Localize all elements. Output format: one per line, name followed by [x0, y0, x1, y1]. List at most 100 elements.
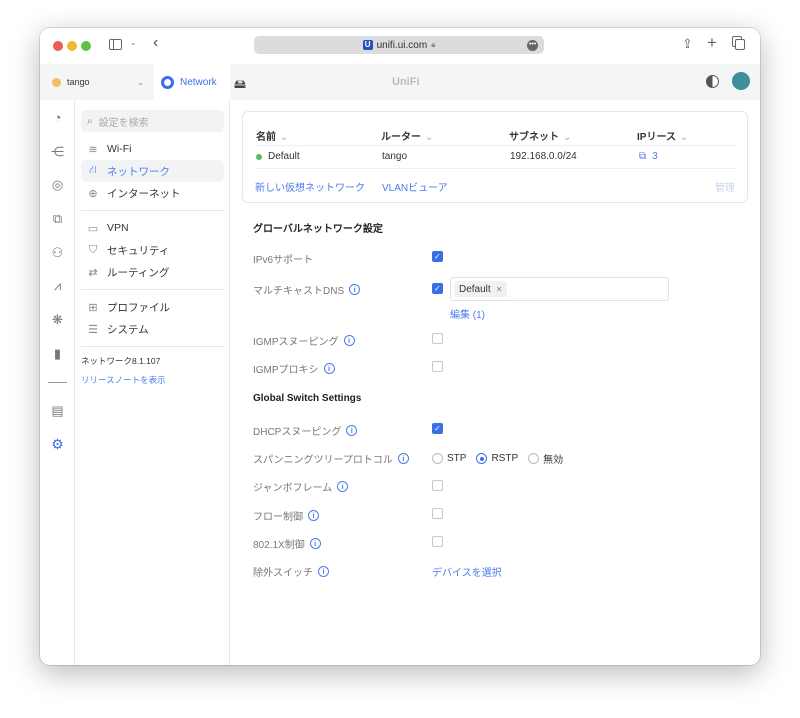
jumbo-frames-label: ジャンボフレーム i — [253, 479, 349, 494]
column-header-router[interactable]: ルーター ⌄ — [381, 128, 433, 143]
address-bar[interactable]: U unifi.ui.com 🔒︎ ••• — [254, 36, 544, 54]
sidebar-item-security[interactable]: ⛉ セキュリティ — [81, 239, 224, 261]
info-icon[interactable]: i — [349, 284, 361, 295]
sidebar-item-label: プロファイル — [107, 301, 170, 314]
sidebar-item-system[interactable]: ☰ システム — [81, 318, 224, 340]
gateway-device-icon[interactable]: 🖴︎ — [234, 75, 246, 96]
jumbo-frames-checkbox[interactable] — [432, 480, 443, 491]
sidebar-item-label: インターネット — [107, 187, 181, 200]
chevron-down-icon: ⌄ — [137, 77, 144, 87]
mdns-checkbox[interactable]: ✓ — [432, 283, 443, 294]
column-header-name[interactable]: 名前 ⌄ — [256, 128, 288, 143]
info-icon[interactable]: i — [323, 363, 335, 374]
vpn-icon: ▭ — [87, 222, 99, 235]
back-icon[interactable]: ‹ — [153, 34, 158, 52]
ipv6-checkbox[interactable]: ✓ — [432, 251, 443, 262]
sidebar-item-routing[interactable]: ⇄ ルーティング — [81, 261, 224, 283]
url-text: unifi.ui.com — [376, 39, 428, 51]
info-icon[interactable]: i — [318, 566, 329, 577]
flow-control-checkbox[interactable] — [432, 508, 443, 519]
info-icon[interactable]: i — [343, 335, 355, 346]
radio-label: 無効 — [543, 455, 564, 466]
info-icon[interactable]: i — [346, 425, 358, 436]
dot1x-checkbox[interactable] — [432, 536, 443, 547]
remove-tag-icon[interactable]: ✕ — [496, 285, 503, 294]
igmp-proxy-checkbox[interactable] — [432, 361, 443, 372]
app-tab-bar: tango ⌄ Network 🖴︎ UniFi — [40, 64, 760, 100]
network-name: Default — [268, 151, 300, 162]
icon-rail: ◔ ⋲ ◎ ⧉ ⚇ ⩘ ❋ ▮ ▤ ⚙ — [40, 100, 75, 665]
mdns-edit-link[interactable]: 編集 (1) — [450, 306, 485, 321]
network-tree-icon: ⛙ — [89, 164, 97, 176]
new-network-link[interactable]: 新しい仮想ネットワーク — [255, 179, 365, 194]
wifi-icon: ≋ — [88, 143, 98, 156]
mdns-label: マルチキャストDNS i — [253, 282, 361, 297]
ipv6-label: IPv6サポート — [253, 255, 314, 266]
divider — [81, 289, 224, 290]
search-icon: ⌕ — [87, 115, 93, 127]
close-button[interactable] — [53, 41, 63, 51]
sidebar-item-wifi[interactable]: ≋ Wi-Fi — [81, 138, 224, 160]
vlan-viewer-link[interactable]: VLANビューア — [382, 179, 448, 194]
clients-icon[interactable]: ⧉ — [40, 211, 75, 227]
sidebar-item-label: セキュリティ — [107, 244, 170, 257]
igmp-proxy-label: IGMPプロキシ i — [253, 361, 335, 376]
sidebar-item-vpn[interactable]: ▭ VPN — [81, 217, 224, 239]
network-app-icon — [161, 75, 174, 89]
insights-icon[interactable]: ⩘ — [40, 278, 75, 294]
info-icon[interactable]: i — [309, 538, 321, 549]
rstp-radio[interactable] — [476, 453, 488, 464]
igmp-snooping-checkbox[interactable] — [432, 333, 443, 344]
minimize-button[interactable] — [67, 41, 77, 51]
logs-icon[interactable]: ▤ — [40, 403, 75, 419]
devices-icon[interactable]: ◎ — [40, 177, 75, 193]
sidebar-item-label: システム — [107, 323, 149, 336]
info-icon[interactable]: i — [337, 481, 349, 492]
settings-icon[interactable]: ⚙ — [40, 436, 75, 453]
select-devices-link[interactable]: デバイスを選択 — [432, 564, 502, 579]
statistics-icon[interactable]: ▮ — [40, 346, 75, 362]
sidebar-toggle-icon[interactable] — [109, 39, 122, 50]
column-label: IPリース — [637, 132, 676, 143]
tab-network[interactable]: Network — [154, 64, 230, 100]
avatar[interactable] — [732, 72, 750, 90]
column-header-subnet[interactable]: サブネット ⌄ — [509, 128, 571, 143]
more-icon[interactable]: ••• — [527, 40, 538, 51]
title-bar: ⌄ ‹ U unifi.ui.com 🔒︎ ••• ⇪ + — [40, 28, 760, 64]
sidebar-item-label: Wi-Fi — [107, 143, 132, 155]
browser-window: ⌄ ‹ U unifi.ui.com 🔒︎ ••• ⇪ + tango ⌄ Ne… — [40, 28, 760, 665]
tabs-overview-icon[interactable] — [735, 39, 745, 50]
info-icon[interactable]: i — [308, 510, 319, 521]
dhcp-snooping-checkbox[interactable]: ✓ — [432, 423, 443, 434]
share-icon[interactable]: ⇪ — [682, 36, 693, 52]
theme-toggle-icon[interactable] — [706, 75, 719, 88]
stp-radio[interactable] — [432, 453, 443, 464]
release-notes-link[interactable]: リリースノートを表示 — [81, 374, 166, 386]
site-name: tango — [67, 77, 90, 87]
new-tab-icon[interactable]: + — [707, 33, 717, 53]
search-input[interactable]: ⌕ 設定を検索 — [81, 110, 224, 132]
unifi-favicon-icon: U — [362, 40, 373, 50]
column-header-ip-leases[interactable]: IPリース ⌄ — [637, 128, 688, 143]
search-placeholder: 設定を検索 — [98, 117, 149, 129]
sidebar-item-internet[interactable]: ⊕ インターネット — [81, 182, 224, 204]
tag-label: Default — [459, 283, 491, 295]
subnet: 192.168.0.0/24 — [510, 151, 577, 162]
topology-icon[interactable]: ⋲ — [40, 144, 75, 160]
site-selector[interactable]: tango ⌄ — [40, 64, 154, 100]
manage-button: 管理 — [715, 183, 735, 194]
info-icon[interactable]: i — [397, 453, 409, 464]
radio-label: STP — [447, 453, 467, 464]
networks-card: 名前 ⌄ ルーター ⌄ サブネット ⌄ IPリース ⌄ Default tango 19… — [242, 111, 748, 203]
users-icon[interactable]: ⚇ — [40, 245, 75, 261]
zoom-button[interactable] — [81, 41, 91, 51]
ip-leases-link[interactable]: ⧉ 3 — [639, 151, 658, 162]
dashboard-icon[interactable]: ◔ — [40, 110, 75, 125]
sidebar-item-networks[interactable]: ⛙ ネットワーク — [81, 160, 224, 182]
mdns-networks-select[interactable]: Default ✕ — [450, 277, 669, 301]
table-row[interactable]: Default tango 192.168.0.0/24 ⧉ 3 — [243, 146, 749, 168]
integrations-icon[interactable]: ❋ — [40, 312, 75, 328]
chevron-down-icon[interactable]: ⌄ — [130, 38, 137, 47]
sidebar-item-profiles[interactable]: ⊞ プロファイル — [81, 296, 224, 318]
disabled-radio[interactable] — [528, 453, 540, 464]
